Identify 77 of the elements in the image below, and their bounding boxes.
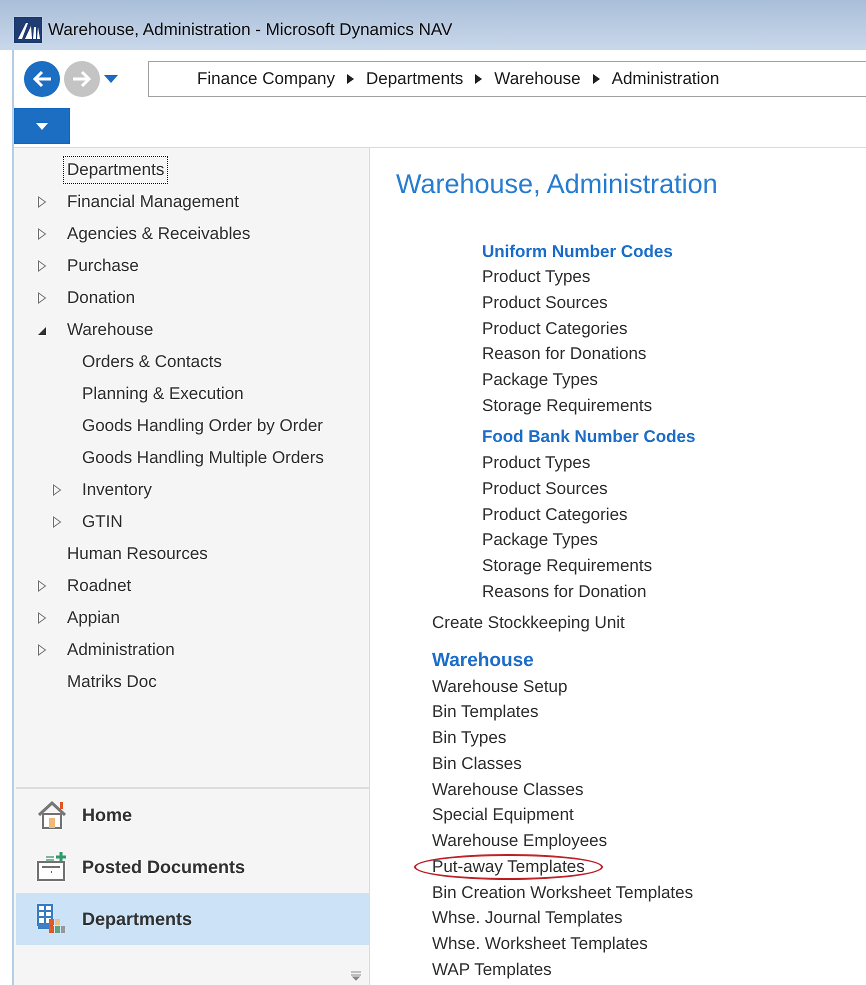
action-link[interactable]: Warehouse Classes <box>432 776 584 802</box>
forward-arrow-icon <box>71 69 93 89</box>
action-link[interactable]: Product Categories <box>482 502 628 528</box>
action-link[interactable]: Bin Templates <box>432 699 538 726</box>
action-link[interactable]: Whse. Journal Templates <box>432 905 623 932</box>
tree-item[interactable]: Inventory <box>78 476 156 504</box>
tree-item[interactable]: Financial Management <box>63 188 243 216</box>
action-link[interactable]: Warehouse Setup <box>432 674 568 700</box>
action-link[interactable]: Bin Creation Worksheet Templates <box>432 880 694 906</box>
document-tray-icon <box>36 851 68 883</box>
tree-item[interactable]: Matriks Doc <box>63 668 161 696</box>
nav-button[interactable]: Departments <box>16 893 369 945</box>
action-link[interactable]: Product Types <box>482 264 590 290</box>
action-link[interactable]: Package Types <box>482 527 598 553</box>
action-link[interactable]: Bin Classes <box>432 750 522 777</box>
action-link[interactable]: Storage Requirements <box>482 392 652 418</box>
action-link[interactable]: Storage Requirements <box>482 552 652 579</box>
nav-button[interactable]: Posted Documents <box>16 841 369 893</box>
collapsed-icon[interactable] <box>52 484 62 496</box>
grid-chart-icon <box>36 903 68 935</box>
window-title: Warehouse, Administration - Microsoft Dynamics NAV <box>48 19 452 42</box>
tree-item[interactable]: Roadnet <box>63 572 136 600</box>
action-link[interactable]: Reasons for Donation <box>482 578 646 604</box>
action-link[interactable]: Warehouse Employees <box>432 828 608 854</box>
back-button[interactable] <box>24 61 60 97</box>
collapsed-icon[interactable] <box>37 196 47 208</box>
tree-item[interactable]: Purchase <box>63 252 143 280</box>
collapsed-icon[interactable] <box>37 228 47 240</box>
breadcrumb-link[interactable]: Administration <box>612 66 720 92</box>
collapsed-icon[interactable] <box>37 260 47 272</box>
action-link[interactable]: Whse. Worksheet Templates <box>432 931 648 957</box>
tree-item[interactable]: Orders & Contacts <box>78 348 226 376</box>
action-link[interactable]: Product Categories <box>482 316 628 342</box>
action-link[interactable]: Product Sources <box>482 476 608 502</box>
app-logo-icon <box>14 17 42 43</box>
tree-item[interactable]: Human Resources <box>63 540 212 568</box>
collapsed-icon[interactable] <box>37 644 47 656</box>
action-link[interactable]: Put-away Templates <box>414 854 603 880</box>
tree-item[interactable]: Warehouse <box>63 316 158 344</box>
breadcrumb-link[interactable]: Finance Company <box>197 66 335 92</box>
menu-button[interactable] <box>14 108 70 144</box>
tree-item[interactable]: Planning & Execution <box>78 380 248 408</box>
action-link[interactable]: Package Types <box>482 367 598 393</box>
collapsed-icon[interactable] <box>37 292 47 304</box>
breadcrumb-link[interactable]: Warehouse <box>494 66 581 92</box>
group-heading: Uniform Number Codes <box>482 240 674 262</box>
tree-item[interactable]: Departments <box>63 156 168 184</box>
tree-item[interactable]: Agencies & Receivables <box>63 220 254 248</box>
section-heading: Warehouse <box>432 649 535 674</box>
nav-button[interactable]: Home <box>16 789 369 841</box>
caret-icon <box>36 122 48 130</box>
group-heading: Food Bank Number Codes <box>482 426 696 448</box>
tree-item[interactable]: Appian <box>63 604 124 632</box>
action-link[interactable]: Special Equipment <box>432 802 574 828</box>
back-arrow-icon <box>31 69 53 89</box>
tree-item[interactable]: GTIN <box>78 508 127 536</box>
action-link[interactable]: Create Stockkeeping Unit <box>432 610 625 636</box>
collapsed-icon[interactable] <box>52 516 62 528</box>
separator-icon <box>592 74 600 84</box>
expand-icon[interactable] <box>351 971 361 981</box>
page-title: Warehouse, Administration <box>396 168 719 201</box>
tree-item[interactable]: Donation <box>63 284 140 312</box>
tree-item[interactable]: Goods Handling Order by Order <box>78 412 327 440</box>
action-link[interactable]: Product Sources <box>482 290 608 316</box>
action-link[interactable]: Bin Types <box>432 725 506 751</box>
collapsed-icon[interactable] <box>37 612 47 624</box>
tree-item[interactable]: Goods Handling Multiple Orders <box>78 444 328 472</box>
action-link[interactable]: Product Types <box>482 450 590 476</box>
action-link[interactable]: WAP Templates <box>432 956 552 982</box>
separator-icon <box>475 74 482 84</box>
collapsed-icon[interactable] <box>37 580 47 592</box>
caret-icon[interactable] <box>104 75 118 83</box>
action-link[interactable]: Reason for Donations <box>482 341 646 368</box>
house-icon <box>36 799 68 831</box>
breadcrumb-link[interactable]: Departments <box>366 66 464 92</box>
separator-icon <box>346 74 354 84</box>
tree-item[interactable]: Administration <box>63 636 179 664</box>
